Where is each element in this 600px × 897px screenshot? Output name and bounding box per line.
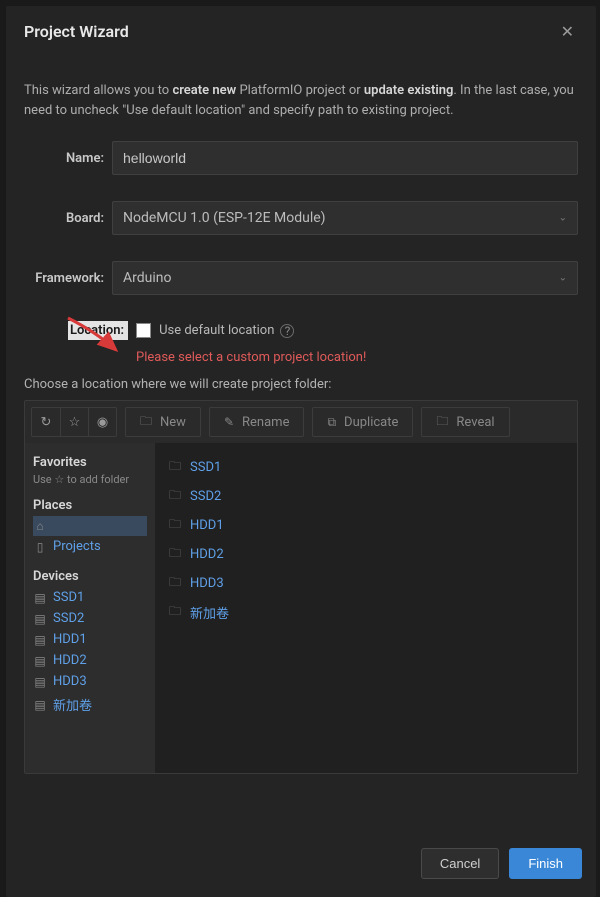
device-label: HDD3	[53, 674, 87, 689]
row-location: Location: Use default location ?	[24, 321, 578, 340]
disk-icon: ▤	[33, 591, 47, 605]
folder-item[interactable]: 🗀 SSD1	[169, 453, 563, 482]
help-icon[interactable]: ?	[280, 324, 294, 338]
chevron-down-icon: ⌄	[559, 213, 567, 224]
sidebar-item-device[interactable]: ▤ 新加卷	[33, 692, 147, 717]
folder-label: 新加卷	[190, 603, 229, 622]
bookmark-icon: ▯	[33, 540, 47, 554]
choose-location-text: Choose a location where we will create p…	[24, 377, 578, 392]
row-framework: Framework: Arduino ⌄	[24, 261, 578, 295]
new-label: New	[160, 415, 186, 430]
device-label: HDD2	[53, 653, 87, 668]
disk-icon: ▤	[33, 654, 47, 668]
label-framework: Framework:	[24, 271, 112, 286]
folder-item[interactable]: 🗀 HDD2	[169, 540, 563, 569]
row-name: Name:	[24, 141, 578, 175]
folder-icon: 🗀	[169, 486, 183, 507]
sidebar-item-device[interactable]: ▤ HDD3	[33, 671, 147, 692]
favorite-button[interactable]: ☆	[60, 408, 88, 436]
folder-item[interactable]: 🗀 SSD2	[169, 482, 563, 511]
reveal-label: Reveal	[456, 415, 494, 430]
sidebar-item-device[interactable]: ▤ SSD1	[33, 587, 147, 608]
browser-content: 🗀 SSD1 🗀 SSD2 🗀 HDD1 🗀 HDD2 🗀 HDD3 🗀 新加卷	[155, 443, 577, 773]
copy-icon: ⧉	[327, 415, 336, 430]
board-value: NodeMCU 1.0 (ESP-12E Module)	[123, 210, 326, 226]
favorites-heading: Favorites	[33, 455, 147, 470]
location-browser: ↻ ☆ ◉ 🗀 New ✎ Rename ⧉ Duplicate 🗀	[24, 400, 578, 774]
label-name: Name:	[24, 151, 112, 166]
cancel-button[interactable]: Cancel	[421, 848, 499, 879]
row-board: Board: NodeMCU 1.0 (ESP-12E Module) ⌄	[24, 201, 578, 235]
folder-icon: 🗀	[169, 602, 183, 623]
folder-item[interactable]: 🗀 HDD1	[169, 511, 563, 540]
rename-button[interactable]: ✎ Rename	[209, 407, 305, 437]
label-location: Location:	[68, 321, 128, 340]
project-wizard-dialog: Project Wizard ✕ This wizard allows you …	[6, 6, 596, 897]
folder-icon: 🗀	[436, 412, 448, 433]
browser-sidebar: Favorites Use ☆ to add folder Places ⌂ ▯…	[25, 443, 155, 773]
device-label: SSD2	[53, 611, 84, 626]
intro-pre: This wizard allows you to	[24, 83, 172, 98]
folder-label: HDD3	[190, 576, 224, 591]
disk-icon: ▤	[33, 675, 47, 689]
new-button[interactable]: 🗀 New	[125, 407, 201, 437]
folder-label: SSD1	[190, 460, 221, 475]
visibility-button[interactable]: ◉	[88, 408, 116, 436]
intro-mid: PlatformIO project or	[236, 83, 364, 98]
location-error: Please select a custom project location!	[136, 350, 578, 365]
pencil-icon: ✎	[224, 415, 234, 429]
sidebar-item-projects[interactable]: ▯ Projects	[33, 536, 147, 557]
disk-icon: ▤	[33, 698, 47, 712]
disk-icon: ▤	[33, 633, 47, 647]
use-default-location-label: Use default location	[159, 323, 274, 338]
device-label: HDD1	[53, 632, 87, 647]
browser-toolbar: ↻ ☆ ◉ 🗀 New ✎ Rename ⧉ Duplicate 🗀	[25, 401, 577, 443]
intro-bold1: create new	[172, 83, 236, 98]
intro-bold2: update existing	[364, 83, 454, 98]
dialog-title: Project Wizard	[24, 22, 557, 41]
folder-label: HDD2	[190, 547, 224, 562]
name-input[interactable]	[112, 141, 578, 175]
dialog-body: This wizard allows you to create new Pla…	[6, 55, 596, 830]
chevron-down-icon: ⌄	[559, 273, 567, 284]
sidebar-item-device[interactable]: ▤ HDD1	[33, 629, 147, 650]
projects-label: Projects	[53, 539, 101, 554]
sidebar-item-home[interactable]: ⌂	[33, 516, 147, 536]
new-folder-icon: 🗀	[140, 412, 152, 433]
titlebar: Project Wizard ✕	[6, 6, 596, 55]
folder-item[interactable]: 🗀 新加卷	[169, 598, 563, 627]
finish-button[interactable]: Finish	[509, 848, 582, 879]
reveal-button[interactable]: 🗀 Reveal	[421, 407, 509, 437]
view-button-group: ↻ ☆ ◉	[31, 407, 117, 437]
folder-icon: 🗀	[169, 544, 183, 565]
devices-heading: Devices	[33, 569, 147, 584]
refresh-button[interactable]: ↻	[32, 408, 60, 436]
favorites-hint: Use ☆ to add folder	[33, 473, 147, 486]
sidebar-item-device[interactable]: ▤ HDD2	[33, 650, 147, 671]
sidebar-item-device[interactable]: ▤ SSD2	[33, 608, 147, 629]
folder-label: HDD1	[190, 518, 224, 533]
label-board: Board:	[24, 211, 112, 226]
folder-icon: 🗀	[169, 457, 183, 478]
framework-value: Arduino	[123, 270, 171, 286]
close-icon[interactable]: ✕	[557, 20, 578, 43]
home-icon: ⌂	[33, 519, 47, 533]
folder-icon: 🗀	[169, 573, 183, 594]
browser-body: Favorites Use ☆ to add folder Places ⌂ ▯…	[25, 443, 577, 773]
device-label: 新加卷	[53, 695, 92, 714]
folder-label: SSD2	[190, 489, 221, 504]
places-heading: Places	[33, 498, 147, 513]
board-select[interactable]: NodeMCU 1.0 (ESP-12E Module) ⌄	[112, 201, 578, 235]
dialog-footer: Cancel Finish	[6, 830, 596, 897]
duplicate-button[interactable]: ⧉ Duplicate	[312, 407, 413, 437]
folder-icon: 🗀	[169, 515, 183, 536]
device-label: SSD1	[53, 590, 84, 605]
rename-label: Rename	[242, 415, 289, 430]
folder-item[interactable]: 🗀 HDD3	[169, 569, 563, 598]
intro-text: This wizard allows you to create new Pla…	[24, 81, 578, 121]
framework-select[interactable]: Arduino ⌄	[112, 261, 578, 295]
disk-icon: ▤	[33, 612, 47, 626]
duplicate-label: Duplicate	[344, 415, 398, 430]
use-default-location-checkbox[interactable]	[136, 323, 151, 338]
